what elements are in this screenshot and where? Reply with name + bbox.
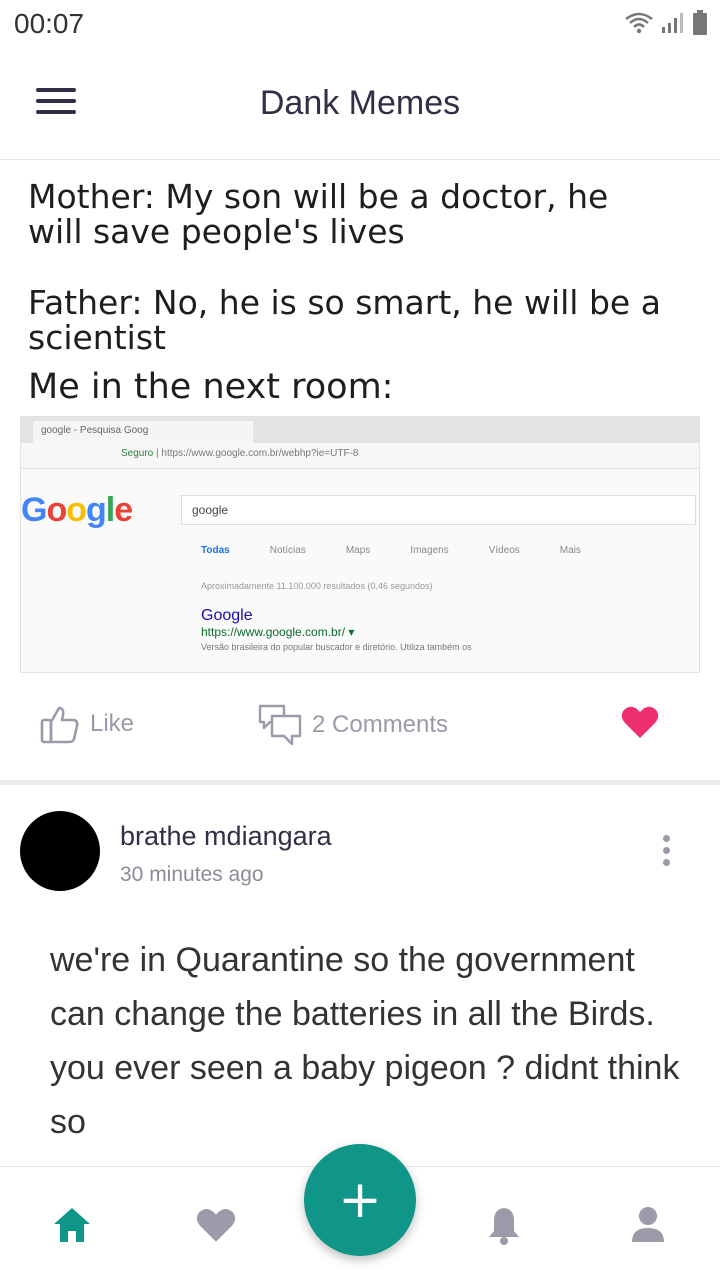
meme-browser-screenshot: google - Pesquisa Goog Seguro | https://…	[20, 416, 700, 673]
comments-label: 2 Comments	[312, 711, 449, 738]
meme-text-line: Father: No, he is so smart, he will be a	[28, 283, 661, 322]
thumbs-up-icon	[40, 706, 79, 744]
app-bar: Dank Memes	[0, 48, 720, 160]
home-icon	[54, 1208, 90, 1242]
post-author[interactable]: brathe mdiangara	[120, 821, 332, 852]
post-actions: Like 2 Comments	[0, 690, 720, 760]
meme-text-line: Me in the next room:	[28, 367, 394, 407]
shot-search-box: google	[181, 495, 696, 525]
add-post-button[interactable]: +	[304, 1144, 416, 1256]
heart-icon	[196, 1208, 236, 1242]
shot-tab-item: Notícias	[269, 545, 306, 556]
shot-tab-item: Maps	[345, 545, 371, 556]
page-title: Dank Memes	[259, 84, 461, 122]
google-logo: Google	[21, 491, 133, 529]
shot-url: Seguro | https://www.google.com.br/webhp…	[121, 448, 359, 459]
shot-tab-item: Mais	[559, 545, 581, 556]
bell-icon	[489, 1208, 519, 1245]
more-options-icon[interactable]	[656, 835, 676, 871]
post-text: we're in Quarantine so the government ca…	[50, 941, 680, 1141]
shot-tab-item: Vídeos	[488, 545, 520, 556]
meme-text-line: will save people's lives	[28, 212, 405, 251]
person-icon	[632, 1207, 664, 1242]
post-card: brathe mdiangara 30 minutes ago we're in…	[0, 785, 720, 1165]
shot-result-count: Aproximadamente 11.100.000 resultados (0…	[201, 581, 433, 591]
meme-text-line: scientist	[28, 318, 166, 357]
shot-tab: google - Pesquisa Goog	[33, 421, 253, 443]
shot-tabbar: google - Pesquisa Goog	[21, 417, 699, 443]
avatar[interactable]	[20, 811, 100, 891]
nav-notifications[interactable]	[482, 1203, 526, 1247]
like-label: Like	[90, 710, 135, 737]
post-time: 30 minutes ago	[120, 863, 264, 886]
comments-icon	[258, 704, 302, 746]
status-bar: 00:07	[0, 0, 720, 48]
meme-text-line: Mother: My son will be a doctor, he	[28, 177, 609, 216]
heart-icon	[621, 706, 659, 738]
comments-button[interactable]: 2 Comments	[258, 704, 448, 746]
wifi-icon	[625, 12, 653, 34]
like-button[interactable]: Like	[40, 704, 134, 744]
shot-tabs: Todas Notícias Maps Imagens Vídeos Mais	[201, 545, 581, 556]
status-icons	[624, 10, 708, 36]
nav-profile[interactable]	[626, 1203, 670, 1247]
nav-home[interactable]	[50, 1203, 94, 1247]
signal-icon	[662, 13, 683, 33]
shot-result-title: Google	[201, 607, 253, 624]
shot-urlbar: Seguro | https://www.google.com.br/webhp…	[21, 443, 699, 469]
shot-result-url: https://www.google.com.br/ ▾	[201, 625, 355, 639]
shot-body: Google google Todas Notícias Maps Imagen…	[21, 469, 699, 672]
status-time: 00:07	[14, 8, 85, 39]
shot-result-desc: Versão brasileira do popular buscador e …	[201, 642, 472, 652]
battery-icon	[693, 10, 707, 35]
meme-image[interactable]: Mother: My son will be a doctor, he will…	[0, 161, 720, 681]
shot-url-secure: Seguro	[121, 448, 154, 459]
shot-tab-item: Imagens	[410, 545, 449, 556]
shot-url-text: https://www.google.com.br/webhp?ie=UTF-8	[161, 448, 359, 459]
shot-tab-item: Todas	[201, 545, 230, 556]
plus-icon: +	[338, 1170, 382, 1230]
nav-favorites[interactable]	[194, 1203, 238, 1247]
favorite-button[interactable]	[620, 704, 660, 740]
